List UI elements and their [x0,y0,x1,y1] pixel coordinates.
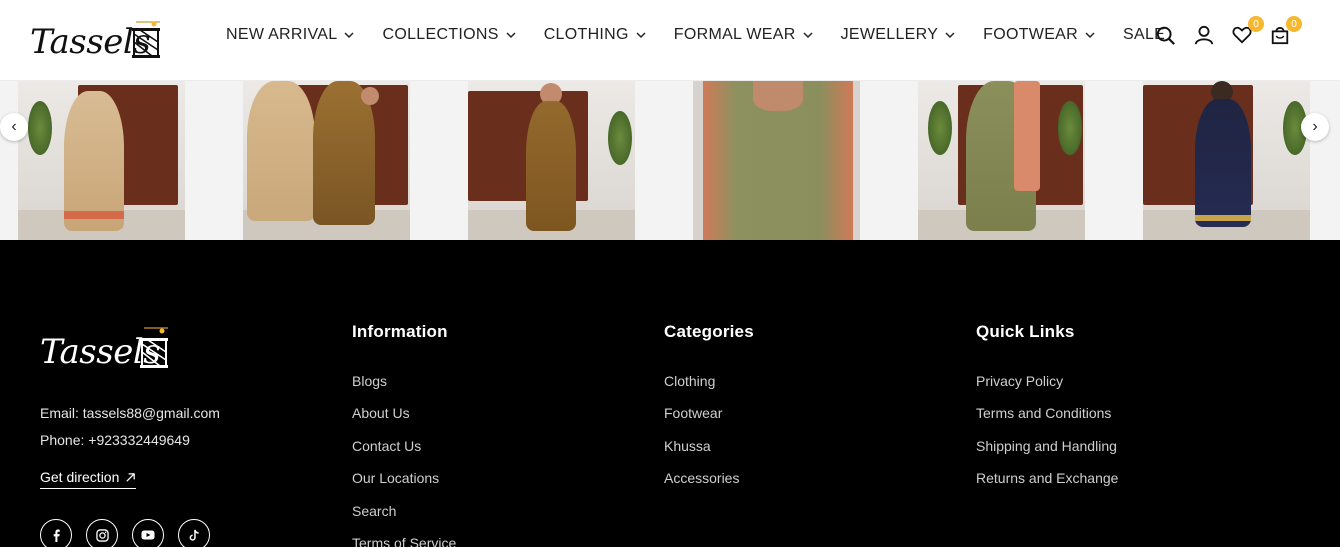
main-nav: NEW ARRIVAL COLLECTIONS CLOTHING FORMAL … [226,0,1165,70]
chevron-left-icon: ‹ [11,118,17,135]
footer-column-information: Information Blogs About Us Contact Us Ou… [352,322,456,547]
facebook-link[interactable] [40,519,72,547]
footer-email: Email: tassels88@gmail.com [40,405,220,421]
footer-link-clothing[interactable]: Clothing [664,372,754,404]
footer-link-returns-and-exchange[interactable]: Returns and Exchange [976,469,1118,501]
header-actions: 0 0 [1156,16,1302,46]
chevron-down-icon [945,32,955,39]
instagram-link[interactable] [86,519,118,547]
footer-link-accessories[interactable]: Accessories [664,469,754,501]
instagram-icon [95,528,109,542]
carousel-image[interactable] [468,81,635,240]
chevron-right-icon: › [1312,118,1318,135]
chevron-down-icon [344,32,355,39]
footer-link-footwear[interactable]: Footwear [664,404,754,436]
get-direction-label: Get direction [40,469,120,485]
footer-link-our-locations[interactable]: Our Locations [352,469,456,501]
brand-logo[interactable]: Tassels [30,12,165,66]
cart-count-badge: 0 [1286,16,1302,32]
nav-label: COLLECTIONS [382,26,499,43]
carousel-image[interactable] [18,81,185,240]
footer-column-categories: Categories Clothing Footwear Khussa Acce… [664,322,754,502]
carousel-image[interactable] [693,81,860,240]
account-button[interactable] [1194,24,1214,46]
footer-link-shipping-and-handling[interactable]: Shipping and Handling [976,437,1118,469]
wishlist-count-badge: 0 [1248,16,1264,32]
user-icon [1194,25,1214,45]
nav-item-clothing[interactable]: CLOTHING [544,26,646,44]
footer-phone: Phone: +923332449649 [40,432,190,448]
chevron-down-icon [636,32,646,39]
footer-link-terms-of-service[interactable]: Terms of Service [352,534,456,547]
youtube-link[interactable] [132,519,164,547]
nav-label: FOOTWEAR [983,26,1079,43]
nav-item-collections[interactable]: COLLECTIONS [382,26,516,44]
nav-item-footwear[interactable]: FOOTWEAR [983,26,1095,44]
carousel-next-button[interactable]: › [1301,113,1329,141]
thread-spool-icon [140,327,168,368]
footer-column-title: Quick Links [976,322,1075,341]
wishlist-button[interactable]: 0 [1232,16,1264,46]
footer-link-terms-and-conditions[interactable]: Terms and Conditions [976,404,1118,436]
nav-label: CLOTHING [543,26,629,43]
footer-link-contact-us[interactable]: Contact Us [352,437,456,469]
carousel-image[interactable] [1143,81,1310,240]
footer-link-privacy-policy[interactable]: Privacy Policy [976,372,1118,404]
nav-item-new-arrival[interactable]: NEW ARRIVAL [226,26,355,44]
site-header: Tassels NEW ARRIVAL COLLECTIONS CLOTHING… [0,0,1340,81]
footer-brand-logo[interactable]: Tassels [40,322,175,376]
chevron-down-icon [1085,32,1095,39]
site-footer: Tassels Email: tassels88@gmail.com Phone… [0,240,1340,547]
footer-link-blogs[interactable]: Blogs [352,372,456,404]
footer-column-title: Categories [664,322,754,341]
social-links [40,519,210,547]
nav-label: JEWELLERY [840,26,939,43]
product-carousel: ‹ › [0,81,1340,240]
chevron-down-icon [803,32,813,39]
facebook-icon [53,529,60,542]
tiktok-icon [189,529,199,541]
tiktok-link[interactable] [178,519,210,547]
chevron-down-icon [506,32,516,39]
get-direction-link[interactable]: Get direction [40,469,137,489]
search-icon [1156,26,1175,45]
youtube-icon [141,530,155,540]
arrow-up-right-icon [126,472,136,482]
footer-link-khussa[interactable]: Khussa [664,437,754,469]
nav-label: NEW ARRIVAL [226,26,338,43]
carousel-prev-button[interactable]: ‹ [0,113,28,141]
footer-column-quick-links: Quick Links Privacy Policy Terms and Con… [976,322,1118,502]
cart-button[interactable]: 0 [1270,16,1302,46]
nav-item-jewellery[interactable]: JEWELLERY [841,26,956,44]
footer-link-about-us[interactable]: About Us [352,404,456,436]
search-button[interactable] [1156,24,1176,46]
carousel-image[interactable] [918,81,1085,240]
footer-link-search[interactable]: Search [352,502,456,534]
carousel-image[interactable] [243,81,410,240]
footer-column-title: Information [352,322,448,341]
nav-label: FORMAL WEAR [673,26,796,43]
nav-item-formal-wear[interactable]: FORMAL WEAR [674,26,813,44]
thread-spool-icon [132,21,160,58]
